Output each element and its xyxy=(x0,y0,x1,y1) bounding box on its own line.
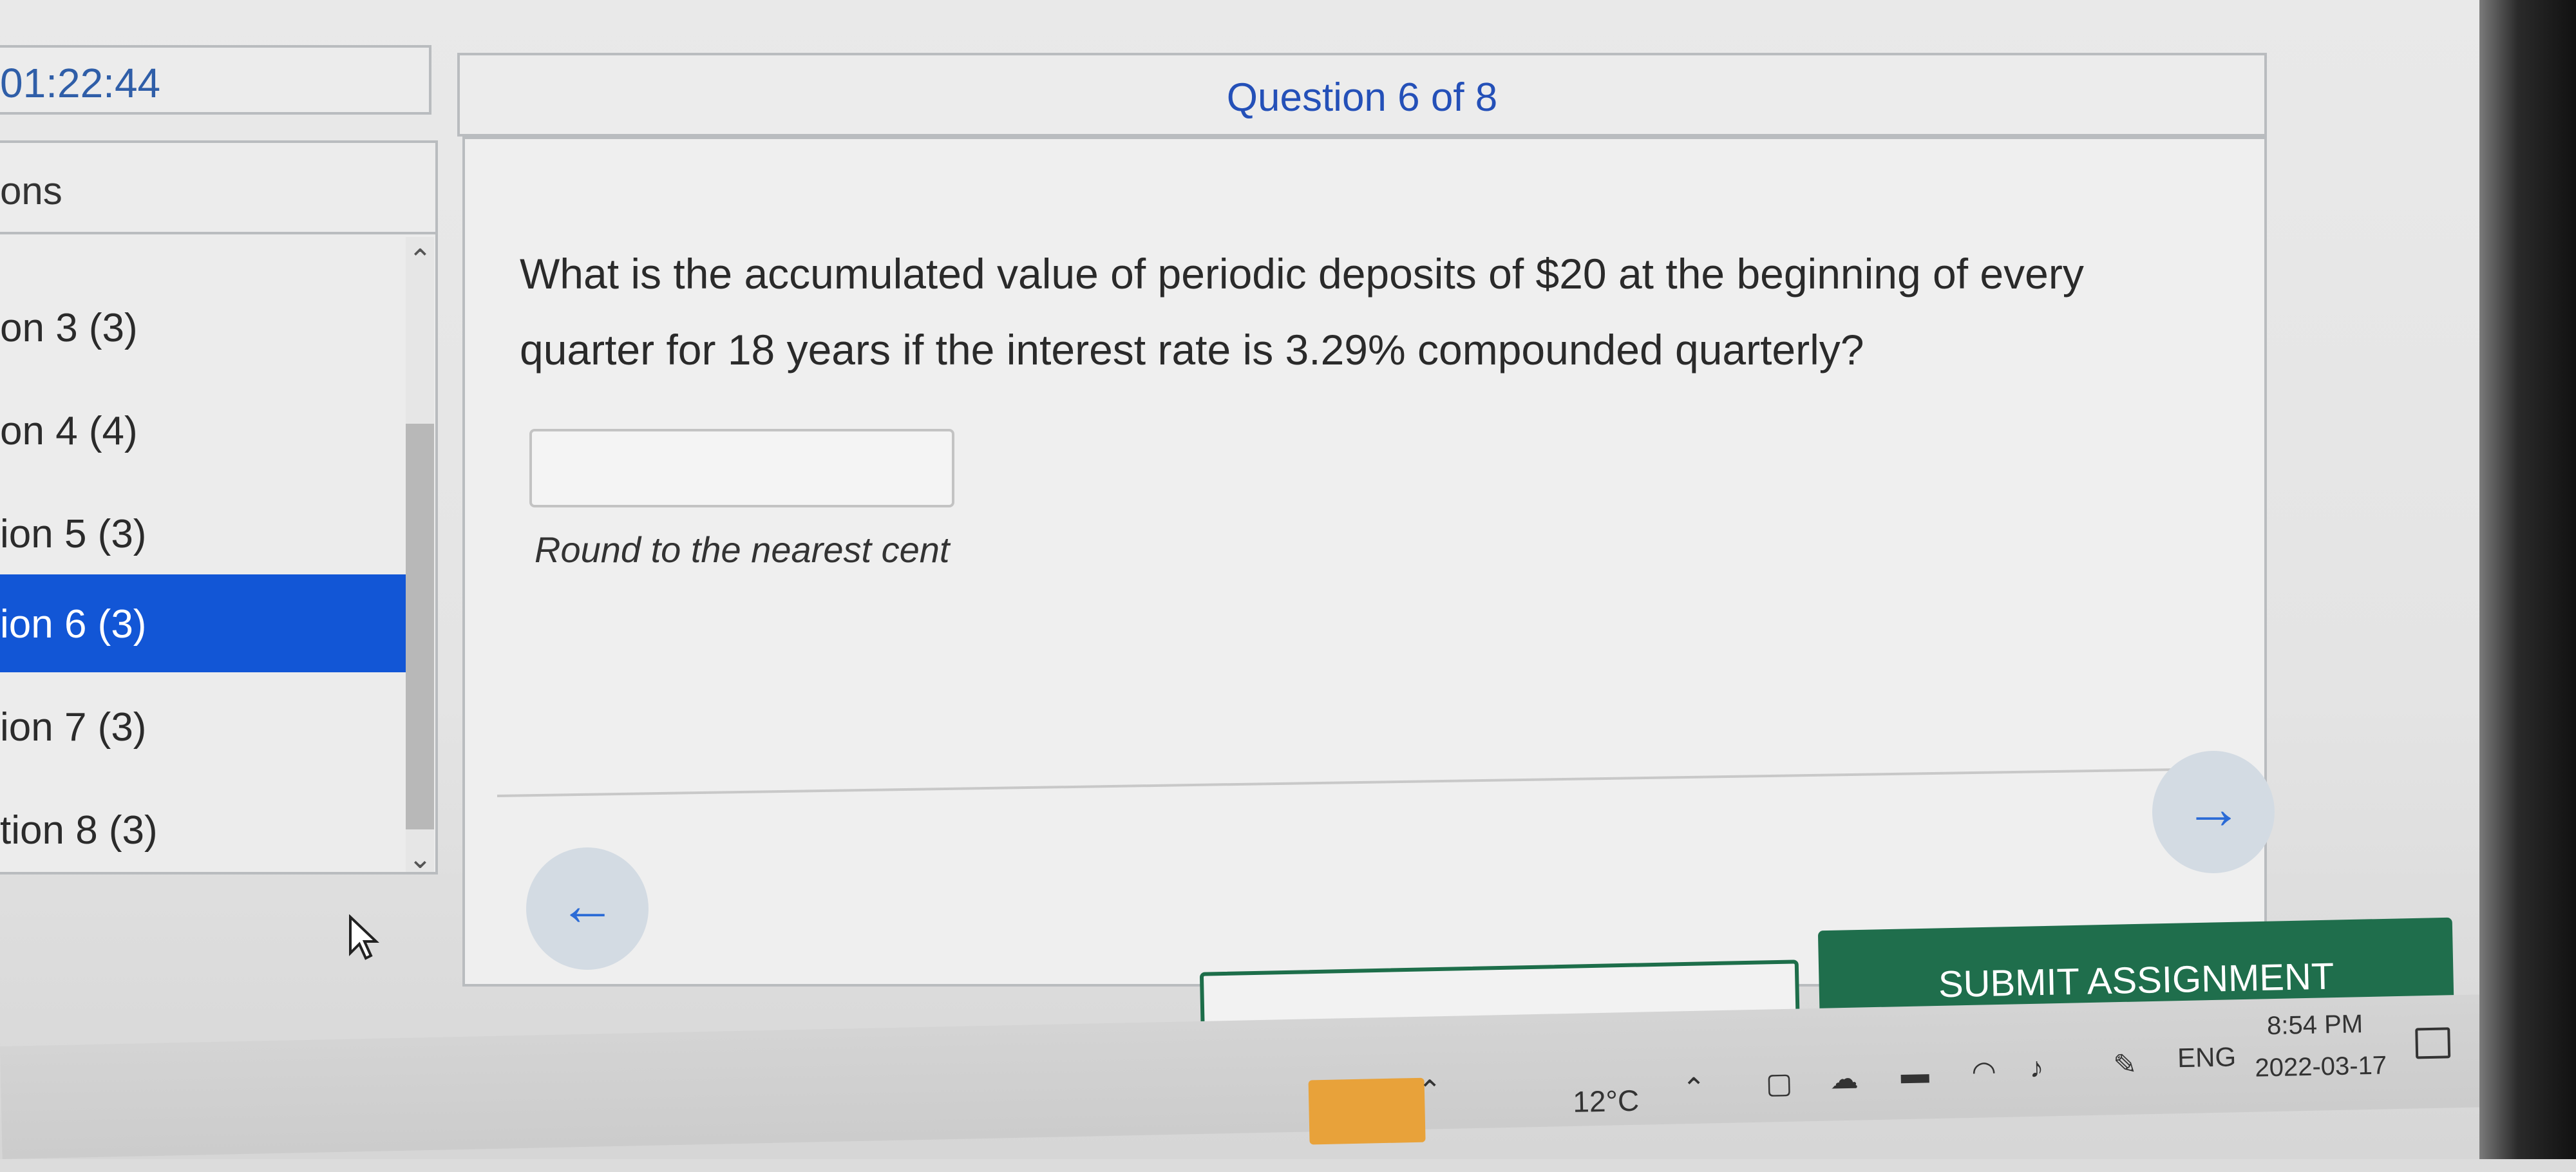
question-header: Question 6 of 8 xyxy=(457,53,2267,137)
clock-date[interactable]: 2022-03-17 xyxy=(2255,1051,2387,1082)
divider xyxy=(497,767,2236,797)
arrow-left-icon: ← xyxy=(558,873,616,938)
question-list-item-4[interactable]: on 4 (4) xyxy=(0,381,406,478)
answer-input[interactable] xyxy=(529,429,954,507)
question-list-item-7[interactable]: ion 7 (3) xyxy=(0,677,406,774)
pen-icon[interactable]: ✎ xyxy=(2113,1048,2137,1082)
rounding-hint: Round to the nearest cent xyxy=(535,529,950,570)
taskbar-app-icon[interactable] xyxy=(1308,1077,1426,1145)
question-list-heading: ons xyxy=(0,169,62,213)
question-list-item-8[interactable]: tion 8 (3) xyxy=(0,780,406,872)
previous-question-button[interactable]: ← xyxy=(526,847,649,970)
question-counter: Question 6 of 8 xyxy=(1226,75,1498,120)
volume-icon[interactable]: ♪ xyxy=(2029,1052,2044,1084)
weather-temperature[interactable]: 12°C xyxy=(1573,1083,1640,1119)
mouse-cursor-icon xyxy=(349,914,380,960)
next-question-button[interactable]: → xyxy=(2152,751,2275,873)
show-hidden-icons-icon[interactable]: ⌃ xyxy=(1681,1072,1706,1106)
wifi-icon[interactable]: ◠ xyxy=(1971,1055,1996,1088)
chevron-down-icon[interactable]: ⌄ xyxy=(408,842,432,872)
screen: 01:22:44 ons on 3 (3) on 4 (4) ion 5 (3)… xyxy=(0,0,2501,1159)
question-list-item-3[interactable]: on 3 (3) xyxy=(0,278,406,375)
onedrive-cloud-icon[interactable]: ☁ xyxy=(1830,1063,1859,1096)
divider xyxy=(0,232,435,234)
timer-text: 01:22:44 xyxy=(0,60,161,106)
battery-icon[interactable]: ▬ xyxy=(1900,1057,1929,1090)
question-list-scrollbar[interactable]: ⌃ ⌄ xyxy=(406,237,434,872)
timer-panel: 01:22:44 xyxy=(0,45,431,115)
notification-icon[interactable] xyxy=(2415,1027,2451,1059)
scroll-thumb[interactable] xyxy=(406,424,434,829)
question-text: What is the accumulated value of periodi… xyxy=(520,250,2084,373)
question-list-item-5[interactable]: ion 5 (3) xyxy=(0,484,406,581)
meet-now-icon[interactable]: ▢ xyxy=(1765,1067,1793,1101)
question-list-panel: ons on 3 (3) on 4 (4) ion 5 (3) ion 6 (3… xyxy=(0,140,438,874)
arrow-right-icon: → xyxy=(2184,777,2242,841)
clock-time[interactable]: 8:54 PM xyxy=(2267,1010,2363,1041)
chevron-up-icon[interactable]: ⌃ xyxy=(408,243,432,276)
chevron-up-icon[interactable]: ⌃ xyxy=(1417,1074,1442,1108)
question-body: What is the accumulated value of periodi… xyxy=(462,137,2275,987)
monitor-bezel xyxy=(2479,0,2576,1159)
question-list-item-6[interactable]: ion 6 (3) xyxy=(0,574,406,672)
language-indicator[interactable]: ENG xyxy=(2177,1041,2237,1073)
